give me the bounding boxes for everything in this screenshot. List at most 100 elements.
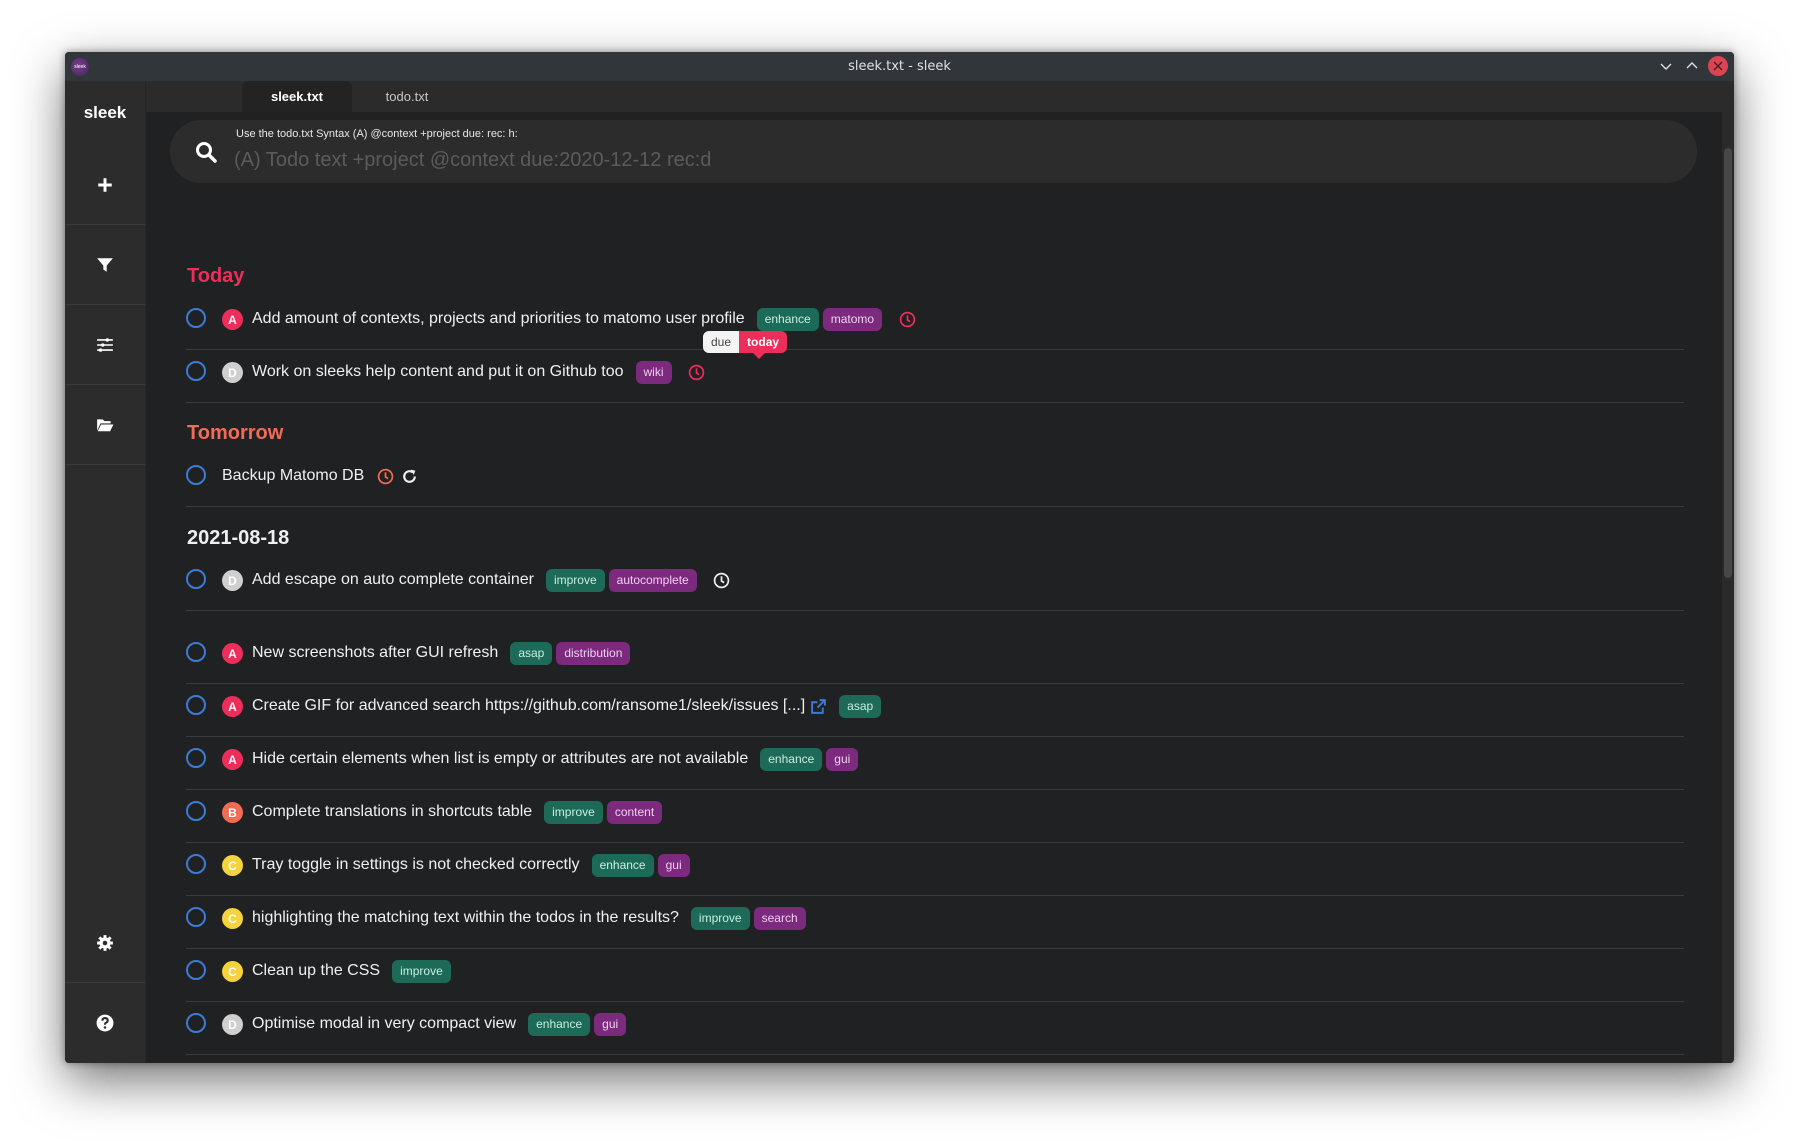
priority-badge[interactable]: B: [222, 802, 243, 823]
complete-checkbox[interactable]: [186, 569, 206, 589]
priority-badge[interactable]: D: [222, 1014, 243, 1035]
context-tag[interactable]: improve: [392, 959, 451, 983]
priority-badge[interactable]: A: [222, 309, 243, 330]
sidebar-view-button[interactable]: [65, 305, 145, 385]
chevron-up-icon: [1686, 62, 1698, 69]
todo-text[interactable]: New screenshots after GUI refresh: [252, 644, 498, 662]
priority-badge[interactable]: A: [222, 696, 243, 717]
minimize-button[interactable]: [1656, 56, 1676, 76]
sidebar-settings-button[interactable]: [65, 903, 145, 983]
project-tag[interactable]: gui: [826, 747, 859, 771]
context-tag[interactable]: enhance: [528, 1012, 591, 1036]
complete-checkbox[interactable]: [186, 960, 206, 980]
todo-text[interactable]: Add amount of contexts, projects and pri…: [252, 310, 745, 328]
complete-checkbox[interactable]: [186, 801, 206, 821]
due-clock-icon[interactable]: [713, 571, 731, 589]
priority-badge[interactable]: C: [222, 855, 243, 876]
plus-icon: [98, 177, 112, 192]
todo-text[interactable]: Optimise modal in very compact view: [252, 1015, 516, 1033]
search-icon: [196, 142, 217, 163]
scrollbar-thumb[interactable]: [1724, 148, 1732, 578]
context-tag[interactable]: enhance: [756, 307, 819, 331]
complete-checkbox[interactable]: [186, 308, 206, 328]
context-tag[interactable]: enhance: [591, 853, 654, 877]
priority-badge[interactable]: D: [222, 362, 243, 383]
context-tag[interactable]: improve: [544, 800, 603, 824]
todo-text[interactable]: Create GIF for advanced search https://g…: [252, 697, 805, 715]
gear-icon: [97, 934, 113, 951]
due-clock-icon[interactable]: [376, 467, 394, 485]
context-tag[interactable]: asap: [839, 694, 882, 718]
question-circle-icon: [96, 1014, 114, 1032]
todo-text[interactable]: Clean up the CSS: [252, 962, 380, 980]
todo-text[interactable]: Tray toggle in settings is not checked c…: [252, 856, 580, 874]
recurrence-icon[interactable]: [400, 467, 418, 485]
sidebar-filter-button[interactable]: [65, 225, 145, 305]
context-tag[interactable]: asap: [510, 641, 553, 665]
project-tag[interactable]: autocomplete: [608, 568, 697, 592]
todo-row[interactable]: A Hide certain elements when list is empt…: [186, 737, 1684, 790]
todo-row[interactable]: A New screenshots after GUI refresh asap di…: [186, 631, 1684, 684]
external-link-icon[interactable]: [809, 697, 827, 715]
context-tag[interactable]: improve: [690, 906, 750, 930]
todo-row[interactable]: A Add amount of contexts, projects and pr…: [186, 297, 1684, 350]
priority-badge[interactable]: C: [222, 908, 243, 929]
complete-checkbox[interactable]: [186, 748, 206, 768]
todo-text[interactable]: Hide certain elements when list is empty…: [252, 750, 748, 768]
todo-text[interactable]: Complete translations in shortcuts table: [252, 803, 532, 821]
todo-row[interactable]: B Complete translations in shortcuts tabl…: [186, 790, 1684, 843]
todo-text[interactable]: Work on sleeks help content and put it o…: [252, 363, 624, 381]
project-tag[interactable]: gui: [657, 853, 690, 877]
complete-checkbox[interactable]: [186, 854, 206, 874]
todo-row[interactable]: D Add escape on auto complete container im…: [186, 558, 1684, 611]
tab-sleek-txt[interactable]: sleek.txt: [242, 81, 352, 112]
complete-checkbox[interactable]: [186, 361, 206, 381]
filter-icon: [97, 257, 113, 272]
todo-row[interactable]: A Create GIF for advanced search https://…: [186, 684, 1684, 737]
sliders-icon: [97, 337, 113, 352]
project-tag[interactable]: matomo: [822, 307, 883, 331]
context-tag[interactable]: improve: [545, 568, 605, 592]
project-tag[interactable]: search: [753, 906, 806, 930]
priority-badge[interactable]: A: [222, 749, 243, 770]
context-tag[interactable]: enhance: [760, 747, 823, 771]
complete-checkbox[interactable]: [186, 1013, 206, 1033]
sidebar-help-button[interactable]: [65, 983, 145, 1063]
complete-checkbox[interactable]: [186, 907, 206, 927]
todo-row[interactable]: DCheck if shortcut Ctrl and Enter (exter…: [186, 1055, 1684, 1063]
complete-checkbox[interactable]: [186, 465, 206, 485]
todo-row[interactable]: Chighlighting the matching text within t…: [186, 896, 1684, 949]
window-title: sleek.txt - sleek: [848, 59, 951, 74]
complete-checkbox[interactable]: [186, 642, 206, 662]
chevron-down-icon: [1660, 63, 1672, 70]
vertical-scrollbar[interactable]: [1722, 112, 1734, 1063]
sidebar-brand: sleek: [83, 103, 127, 122]
priority-badge[interactable]: D: [222, 570, 243, 591]
close-icon: [1713, 61, 1723, 71]
sidebar-open-file-button[interactable]: [65, 385, 145, 465]
tab-todo-txt[interactable]: todo.txt: [352, 81, 462, 112]
project-tag[interactable]: content: [606, 800, 663, 824]
todo-text[interactable]: Backup Matomo DB: [222, 467, 364, 485]
priority-badge[interactable]: C: [222, 961, 243, 982]
project-tag[interactable]: gui: [594, 1012, 627, 1036]
due-clock-icon[interactable]: [898, 310, 916, 328]
todo-text[interactable]: Add escape on auto complete container: [252, 571, 534, 589]
maximize-button[interactable]: [1682, 56, 1702, 76]
close-button[interactable]: [1708, 56, 1728, 76]
todo-row[interactable]: Backup Matomo DB: [186, 454, 1684, 507]
todo-text[interactable]: highlighting the matching text within th…: [252, 909, 679, 927]
tooltip-value: today: [739, 331, 788, 359]
todo-row[interactable]: D Optimise modal in very compact view enha…: [186, 1002, 1684, 1055]
complete-checkbox[interactable]: [186, 695, 206, 715]
project-tag[interactable]: distribution: [556, 641, 631, 665]
project-tag[interactable]: wiki: [635, 360, 672, 384]
todo-row[interactable]: D Work on sleeks help content and put it …: [186, 350, 1684, 403]
todo-row[interactable]: C Clean up the CSS improve: [186, 949, 1684, 1002]
sidebar-add-todo-button[interactable]: [65, 145, 145, 225]
priority-badge[interactable]: A: [222, 643, 243, 664]
todo-input[interactable]: [234, 145, 1634, 175]
group-title-tomorrow: Tomorrow: [187, 422, 284, 444]
due-clock-icon[interactable]: [688, 363, 706, 381]
todo-row[interactable]: C Tray toggle in settings is not checked …: [186, 843, 1684, 896]
